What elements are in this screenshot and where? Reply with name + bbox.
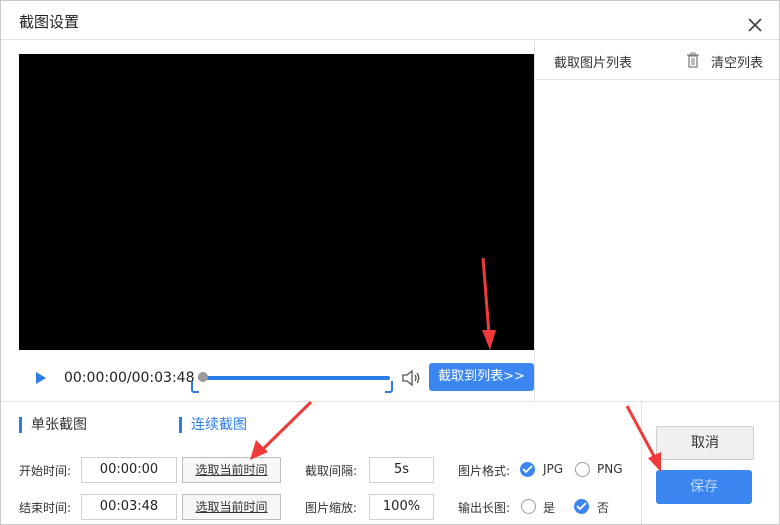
png-radio[interactable] bbox=[575, 462, 590, 477]
long-yes-label[interactable]: 是 bbox=[543, 499, 555, 516]
clear-list-button[interactable]: 清空列表 bbox=[711, 52, 763, 71]
check-icon bbox=[522, 465, 533, 474]
actions-divider bbox=[641, 401, 642, 524]
long-yes-radio[interactable] bbox=[521, 499, 536, 514]
jpg-option-label[interactable]: JPG bbox=[543, 462, 563, 476]
interval-field[interactable]: 5s bbox=[369, 457, 434, 483]
jpg-radio-checked[interactable] bbox=[520, 462, 535, 477]
end-time-field[interactable]: 00:03:48 bbox=[81, 494, 177, 520]
close-icon[interactable] bbox=[745, 15, 765, 35]
play-icon[interactable] bbox=[34, 371, 48, 385]
timeline-thumb[interactable] bbox=[198, 372, 208, 382]
long-no-label[interactable]: 否 bbox=[597, 499, 609, 516]
volume-icon[interactable] bbox=[401, 369, 421, 387]
screenshot-settings-dialog: 截图设置 00:00:00/00:03:48 截取到列表>> 截取图片列表 清空… bbox=[0, 0, 780, 525]
scale-label: 图片缩放: bbox=[305, 501, 358, 515]
cancel-button[interactable]: 取消 bbox=[656, 426, 754, 460]
image-list-header: 截取图片列表 bbox=[554, 56, 633, 71]
range-end-handle[interactable] bbox=[385, 381, 393, 393]
save-button[interactable]: 保存 bbox=[656, 470, 752, 504]
capture-to-list-button[interactable]: 截取到列表>> bbox=[429, 363, 534, 391]
start-time-label: 开始时间: bbox=[19, 464, 72, 478]
pick-current-start-button[interactable]: 选取当前时间 bbox=[182, 457, 281, 483]
range-start-handle[interactable] bbox=[191, 381, 199, 393]
image-list-area bbox=[535, 80, 779, 401]
controls-divider bbox=[1, 401, 779, 402]
long-image-label: 输出长图: bbox=[458, 501, 511, 515]
dialog-title: 截图设置 bbox=[19, 13, 80, 31]
tab-continuous-capture[interactable]: 连续截图 bbox=[179, 417, 247, 433]
video-preview[interactable] bbox=[19, 54, 534, 350]
timeline-track[interactable] bbox=[198, 376, 390, 380]
trash-icon[interactable] bbox=[686, 52, 700, 68]
timecode-display: 00:00:00/00:03:48 bbox=[64, 370, 195, 386]
scale-field[interactable]: 100% bbox=[369, 494, 434, 520]
interval-label: 截取间隔: bbox=[305, 464, 358, 478]
tab-single-capture[interactable]: 单张截图 bbox=[19, 417, 87, 433]
check-icon bbox=[576, 502, 587, 511]
pick-current-end-button[interactable]: 选取当前时间 bbox=[182, 494, 281, 520]
format-label: 图片格式: bbox=[458, 464, 511, 478]
png-option-label[interactable]: PNG bbox=[597, 462, 623, 476]
long-no-radio-checked[interactable] bbox=[574, 499, 589, 514]
title-divider bbox=[1, 39, 779, 40]
end-time-label: 结束时间: bbox=[19, 501, 72, 515]
start-time-field[interactable]: 00:00:00 bbox=[81, 457, 177, 483]
